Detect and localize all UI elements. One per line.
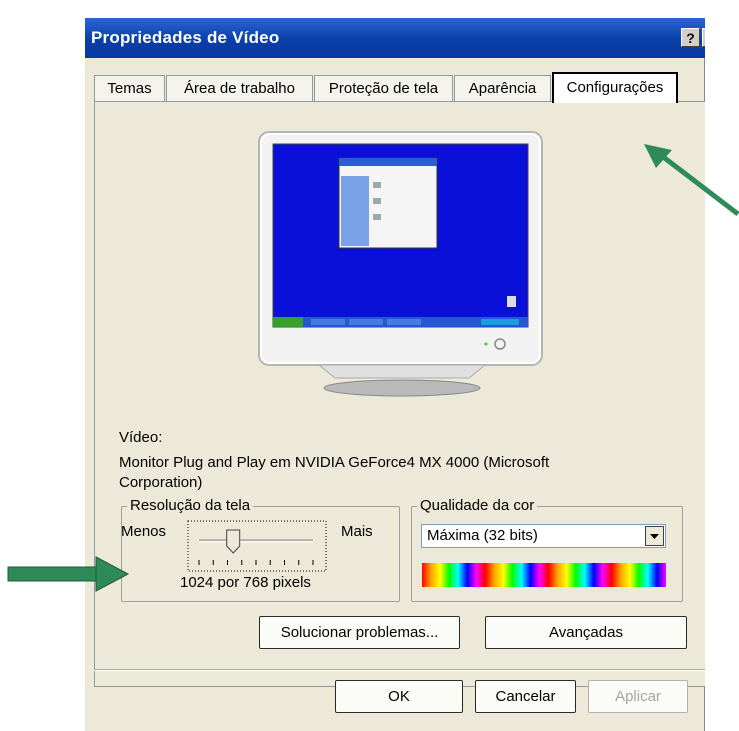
dialog-title: Propriedades de Vídeo [91, 28, 280, 47]
monitor-stand [323, 379, 481, 397]
tab-aparencia[interactable]: Aparência [454, 75, 551, 101]
resolution-group-title: Resolução da tela [127, 497, 254, 514]
resolution-slider[interactable] [187, 520, 327, 572]
slider-thumb[interactable] [226, 529, 241, 554]
tab-configuracoes[interactable]: Configurações [552, 72, 678, 103]
annotation-arrow-tab-icon [644, 144, 739, 216]
annotation-arrow-resolution-icon [7, 556, 130, 592]
slider-less-label: Menos [121, 523, 167, 540]
color-quality-group: Qualidade da cor [411, 497, 683, 602]
troubleshoot-button[interactable]: Solucionar problemas... [259, 616, 460, 649]
color-quality-select[interactable]: Máxima (32 bits) [421, 524, 666, 548]
color-spectrum-bar [422, 563, 666, 587]
monitor-neck [317, 364, 487, 379]
separator [94, 669, 705, 671]
color-quality-group-title: Qualidade da cor [417, 497, 538, 514]
apply-button[interactable]: Aplicar [588, 680, 688, 713]
help-button[interactable]: ? [681, 28, 700, 47]
video-device-line2: Corporation) [119, 474, 203, 491]
slider-more-label: Mais [341, 523, 373, 540]
advanced-button[interactable]: Avançadas [485, 616, 687, 649]
preview-start-button [273, 317, 303, 327]
tab-area-de-trabalho[interactable]: Área de trabalho [166, 75, 313, 101]
cancel-button[interactable]: Cancelar [475, 680, 576, 713]
display-properties-dialog: Propriedades de Vídeo ? × Temas Área de … [84, 18, 705, 731]
tab-temas[interactable]: Temas [94, 75, 165, 101]
resolution-value: 1024 por 768 pixels [180, 574, 311, 591]
video-device-line1: Monitor Plug and Play em NVIDIA GeForce4… [119, 454, 550, 471]
close-button[interactable]: × [702, 28, 705, 47]
preview-recycle-bin-icon [507, 296, 516, 307]
color-quality-value: Máxima (32 bits) [427, 527, 538, 544]
tab-protecao-de-tela[interactable]: Proteção de tela [314, 75, 453, 101]
title-bar[interactable]: Propriedades de Vídeo ? × [85, 18, 705, 58]
ok-button[interactable]: OK [335, 680, 463, 713]
video-label: Vídeo: [119, 429, 163, 446]
monitor-preview [258, 131, 543, 397]
chevron-down-icon[interactable] [645, 526, 664, 546]
